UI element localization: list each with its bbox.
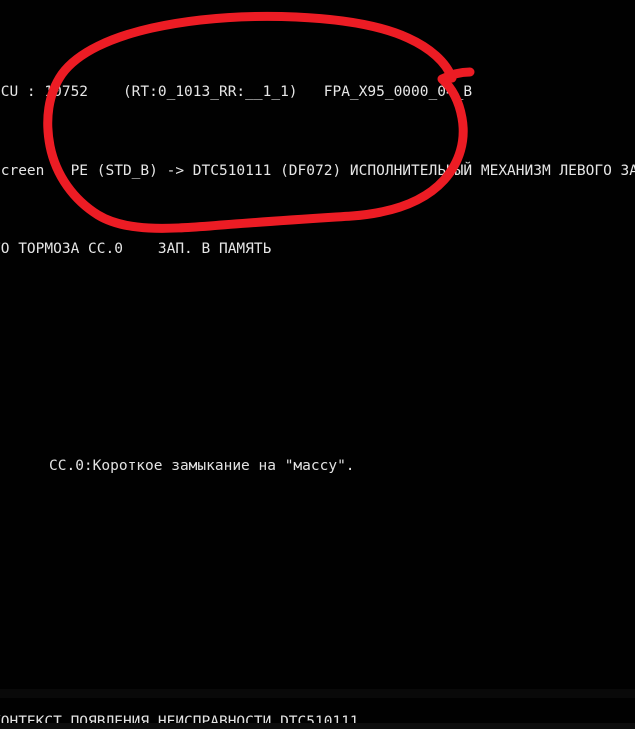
terminal-text: ECU : 10752 (RT:0_1013_RR:__1_1) FPA_X95… [0,4,635,729]
terminal-screen: ECU : 10752 (RT:0_1013_RR:__1_1) FPA_X95… [0,0,635,729]
ecu-line-text: ECU : 10752 (RT:0_1013_RR:__1_1) FPA_X95… [0,83,473,100]
header-ecu-line: ECU : 10752 (RT:0_1013_RR:__1_1) FPA_X95… [0,63,635,100]
header-screen-line-2: ГО ТОРМОЗА СС.0 ЗАП. В ПАМЯТЬ [0,221,635,257]
screen-line-1-text: Screen : PE (STD_B) -> DTC510111 (DF072)… [0,162,635,179]
fault-description-row: СС.0:Короткое замыкание на "массу". [0,437,635,474]
header-screen-line-1: Screen : PE (STD_B) -> DTC510111 (DF072)… [0,142,635,179]
fault-description-text: СС.0:Короткое замыкание на "массу". [49,458,355,475]
crt-bottom-band [0,723,635,729]
screen-line-2-text: ГО ТОРМОЗА СС.0 ЗАП. В ПАМЯТЬ [0,241,272,258]
crt-ghost-line [0,689,635,698]
